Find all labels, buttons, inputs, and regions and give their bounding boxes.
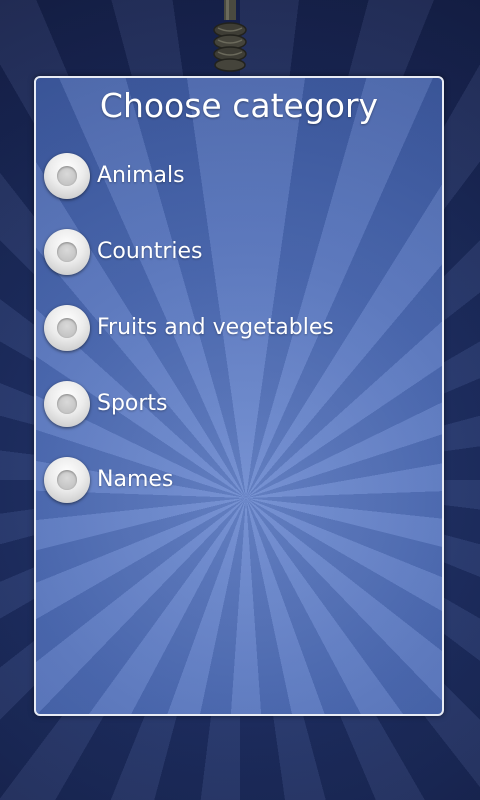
category-dialog: Choose category Animals Countries Fruits… [34, 76, 444, 716]
category-option-label: Countries [97, 239, 203, 264]
rope-icon [213, 0, 247, 72]
category-option-fruits-and-vegetables[interactable]: Fruits and vegetables [44, 290, 434, 366]
radio-button-icon[interactable] [44, 153, 90, 199]
radio-button-icon[interactable] [44, 457, 90, 503]
category-option-label: Fruits and vegetables [97, 315, 334, 340]
category-radio-group: Animals Countries Fruits and vegetables … [44, 138, 434, 518]
category-option-label: Names [97, 467, 174, 492]
category-option-countries[interactable]: Countries [44, 214, 434, 290]
radio-button-icon[interactable] [44, 381, 90, 427]
category-option-label: Animals [97, 163, 185, 188]
category-option-animals[interactable]: Animals [44, 138, 434, 214]
category-option-names[interactable]: Names [44, 442, 434, 518]
category-option-sports[interactable]: Sports [44, 366, 434, 442]
radio-button-icon[interactable] [44, 229, 90, 275]
dialog-title: Choose category [99, 86, 379, 125]
category-option-label: Sports [97, 391, 168, 416]
radio-button-icon[interactable] [44, 305, 90, 351]
